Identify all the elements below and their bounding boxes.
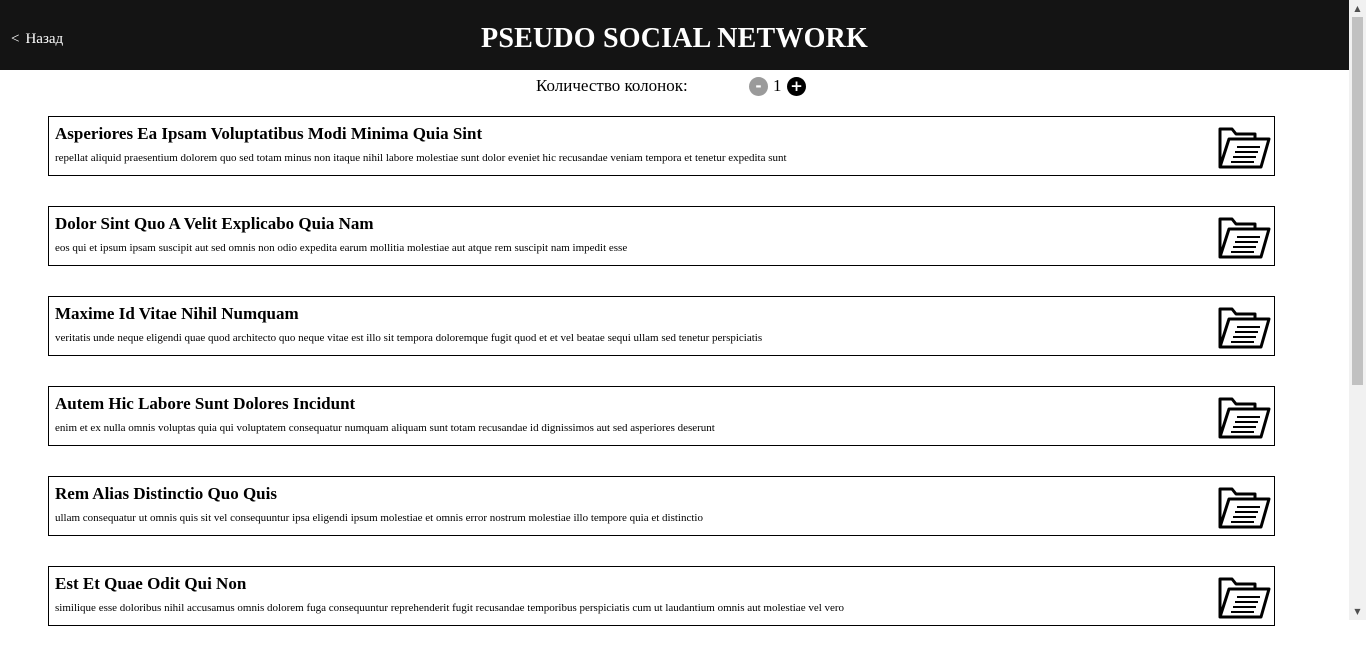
columns-label: Количество колонок: xyxy=(536,76,688,95)
folder-document-icon[interactable] xyxy=(1217,483,1271,531)
scrollbar-thumb[interactable] xyxy=(1352,17,1363,385)
columns-count: 1 xyxy=(773,76,782,95)
post-card: Asperiores Ea Ipsam Voluptatibus Modi Mi… xyxy=(48,116,1275,176)
post-body: repellat aliquid praesentium dolorem quo… xyxy=(55,152,787,164)
post-card: Rem Alias Distinctio Quo Quis ullam cons… xyxy=(48,476,1275,536)
post-card: Est Et Quae Odit Qui Non similique esse … xyxy=(48,566,1275,626)
increase-columns-button[interactable]: + xyxy=(787,77,806,96)
vertical-scrollbar[interactable]: ▲ ▼ xyxy=(1349,0,1366,620)
post-card: Dolor Sint Quo A Velit Explicabo Quia Na… xyxy=(48,206,1275,266)
post-body: eos qui et ipsum ipsam suscipit aut sed … xyxy=(55,242,628,254)
decrease-columns-button[interactable]: - xyxy=(749,77,768,96)
post-title: Maxime Id Vitae Nihil Numquam xyxy=(55,304,299,323)
post-body: veritatis unde neque eligendi quae quod … xyxy=(55,332,763,344)
post-card: Maxime Id Vitae Nihil Numquam veritatis … xyxy=(48,296,1275,356)
page-title: PSEUDO SOCIAL NETWORK xyxy=(481,23,868,54)
top-header: < Назад PSEUDO SOCIAL NETWORK xyxy=(0,0,1349,70)
columns-control: Количество колонок: - 1 + xyxy=(0,74,1349,98)
post-body: similique esse doloribus nihil accusamus… xyxy=(55,602,845,614)
folder-document-icon[interactable] xyxy=(1217,213,1271,261)
post-body: ullam consequatur ut omnis quis sit vel … xyxy=(55,512,703,524)
post-title: Autem Hic Labore Sunt Dolores Incidunt xyxy=(55,394,356,413)
post-title: Asperiores Ea Ipsam Voluptatibus Modi Mi… xyxy=(55,124,483,143)
folder-document-icon[interactable] xyxy=(1217,303,1271,351)
folder-document-icon[interactable] xyxy=(1217,123,1271,171)
post-title: Dolor Sint Quo A Velit Explicabo Quia Na… xyxy=(55,214,374,233)
scroll-up-arrow-icon[interactable]: ▲ xyxy=(1349,0,1366,17)
post-title: Est Et Quae Odit Qui Non xyxy=(55,574,247,593)
post-list: Asperiores Ea Ipsam Voluptatibus Modi Mi… xyxy=(48,116,1275,656)
post-card: Autem Hic Labore Sunt Dolores Incidunt e… xyxy=(48,386,1275,446)
post-body: enim et ex nulla omnis voluptas quia qui… xyxy=(55,422,715,434)
scroll-down-arrow-icon[interactable]: ▼ xyxy=(1349,603,1366,620)
folder-document-icon[interactable] xyxy=(1217,393,1271,441)
folder-document-icon[interactable] xyxy=(1217,573,1271,621)
post-title: Rem Alias Distinctio Quo Quis xyxy=(55,484,277,503)
